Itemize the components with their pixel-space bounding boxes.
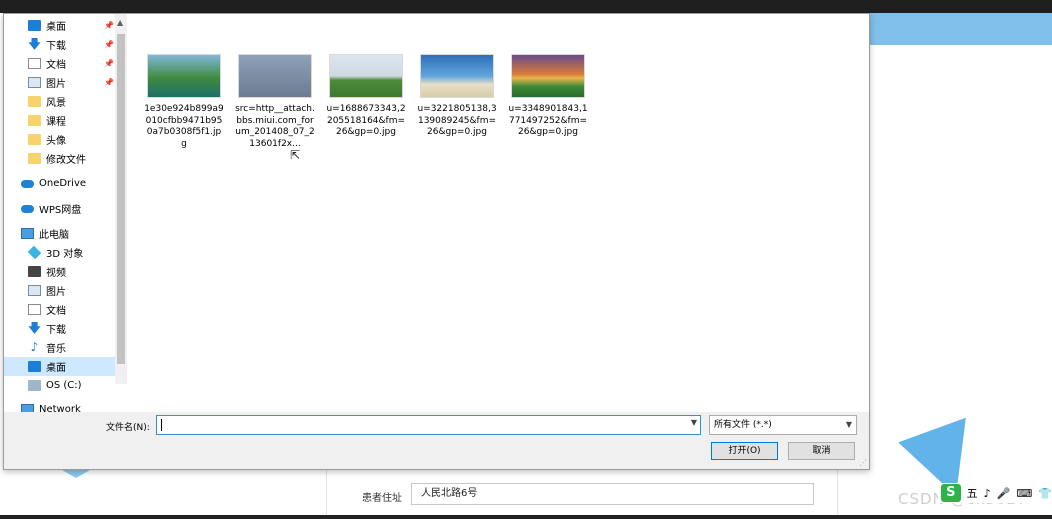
filename-input[interactable]: ▼ — [156, 415, 701, 435]
video-icon — [28, 266, 41, 277]
nav-item-documents-quick[interactable]: 文档 📌 — [4, 54, 115, 73]
navigation-pane: 桌面 📌 🡇 下载 📌 文档 📌 图片 📌 风景 课程 头像 修改文件 OneD… — [4, 14, 127, 412]
ime-toolbar[interactable]: S 五 ♪ 🎤 ⌨ 👕 — [938, 483, 1052, 503]
dialog-footer: 文件名(N): ▼ 所有文件 (*.*) ▼ 打开(O) 取消 ⋰ — [4, 412, 869, 469]
document-icon — [28, 304, 41, 315]
pin-icon: 📌 — [104, 40, 114, 49]
nav-item-desktop[interactable]: 桌面 — [4, 357, 115, 376]
nav-item-os-drive[interactable]: OS (C:) — [4, 376, 115, 395]
nav-item-this-pc[interactable]: 此电脑 — [4, 224, 115, 243]
nav-scrollbar[interactable]: ▲ — [115, 14, 127, 384]
app-header-bar — [870, 13, 1052, 45]
cloud-icon — [21, 204, 34, 213]
thumbnail-waterfall — [147, 54, 221, 98]
folder-icon — [28, 153, 41, 164]
cancel-button[interactable]: 取消 — [788, 442, 855, 460]
nav-item-folder-scenery[interactable]: 风景 — [4, 92, 115, 111]
file-item[interactable]: src=http__attach.bbs.miui.com_forum_2014… — [235, 46, 315, 150]
thumbnail-sunset — [511, 54, 585, 98]
folder-icon — [28, 96, 41, 107]
address-input[interactable]: 人民北路6号 — [411, 483, 814, 505]
app-bottom-bar — [0, 515, 1052, 519]
download-arrow-icon: 🡇 — [28, 321, 41, 335]
nav-item-network[interactable]: Network — [4, 400, 115, 412]
document-icon — [28, 58, 41, 69]
open-button[interactable]: 打开(O) — [711, 442, 778, 460]
nav-item-videos[interactable]: 视频 — [4, 262, 115, 281]
nav-item-documents[interactable]: 文档 — [4, 300, 115, 319]
nav-item-3d-objects[interactable]: 3D 对象 — [4, 243, 115, 262]
desktop-icon — [28, 20, 41, 31]
microphone-icon[interactable]: 🎤 — [997, 487, 1011, 500]
file-open-dialog: 桌面 📌 🡇 下载 📌 文档 📌 图片 📌 风景 课程 头像 修改文件 OneD… — [3, 13, 870, 470]
decorative-triangle-small — [62, 470, 90, 478]
keyboard-icon[interactable]: ⌨ — [1016, 487, 1032, 500]
folder-icon — [28, 115, 41, 126]
file-item[interactable]: u=1688673343,2205518164&fm=26&gp=0.jpg — [326, 46, 406, 139]
chevron-down-icon[interactable]: ▼ — [691, 418, 697, 427]
thumbnail-windmill — [329, 54, 403, 98]
download-arrow-icon: 🡇 — [28, 37, 41, 51]
app-top-bar — [0, 0, 1052, 13]
nav-item-wps-drive[interactable]: WPS网盘 — [4, 199, 115, 218]
skin-icon[interactable]: 👕 — [1038, 487, 1052, 500]
picture-icon — [28, 285, 41, 296]
computer-icon — [21, 228, 34, 239]
network-icon — [21, 404, 34, 412]
chevron-down-icon[interactable]: ▼ — [846, 416, 852, 434]
pin-icon: 📌 — [104, 59, 114, 68]
picture-icon — [28, 77, 41, 88]
thumbnail-beach — [420, 54, 494, 98]
nav-item-folder-modified[interactable]: 修改文件 — [4, 149, 115, 168]
file-item[interactable]: u=3221805138,3139089245&fm=26&gp=0.jpg — [417, 46, 497, 139]
scroll-up-icon[interactable]: ▲ — [117, 18, 123, 27]
nav-item-music[interactable]: ♪ 音乐 — [4, 338, 115, 357]
nav-item-pictures-quick[interactable]: 图片 📌 — [4, 73, 115, 92]
3d-object-icon — [27, 245, 42, 260]
ime-mode[interactable]: 五 — [967, 485, 978, 501]
nav-item-desktop-quick[interactable]: 桌面 📌 — [4, 16, 115, 35]
file-item[interactable]: u=3348901843,1771497252&fm=26&gp=0.jpg — [508, 46, 588, 139]
nav-item-downloads[interactable]: 🡇 下载 — [4, 319, 115, 338]
file-item[interactable]: 1e30e924b899a9010cfbb9471b950a7b0308f5f1… — [144, 46, 224, 150]
desktop-icon — [28, 361, 41, 372]
address-label: 患者住址 — [362, 493, 402, 504]
thumbnail-person — [238, 54, 312, 98]
drive-icon — [28, 380, 41, 391]
cloud-icon — [21, 179, 34, 188]
file-list: 1e30e924b899a9010cfbb9471b950a7b0308f5f1… — [127, 14, 869, 412]
nav-item-folder-course[interactable]: 课程 — [4, 111, 115, 130]
mouse-cursor-icon: ⇱ — [290, 148, 301, 162]
music-icon: ♪ — [30, 340, 39, 354]
nav-item-pictures[interactable]: 图片 — [4, 281, 115, 300]
nav-item-onedrive[interactable]: OneDrive — [4, 174, 115, 193]
pin-icon: 📌 — [104, 78, 114, 87]
folder-icon — [28, 134, 41, 145]
pin-icon: 📌 — [104, 21, 114, 30]
resize-grip-icon[interactable]: ⋰ — [859, 458, 867, 467]
text-caret — [161, 419, 162, 431]
filename-label: 文件名(N): — [106, 423, 150, 433]
nav-item-downloads-quick[interactable]: 🡇 下载 📌 — [4, 35, 115, 54]
sogou-logo-icon[interactable]: S — [941, 484, 961, 502]
ime-punct-icon[interactable]: ♪ — [984, 487, 991, 500]
nav-item-folder-avatar[interactable]: 头像 — [4, 130, 115, 149]
scrollbar-thumb[interactable] — [117, 34, 125, 364]
filetype-select[interactable]: 所有文件 (*.*) ▼ — [709, 415, 857, 435]
